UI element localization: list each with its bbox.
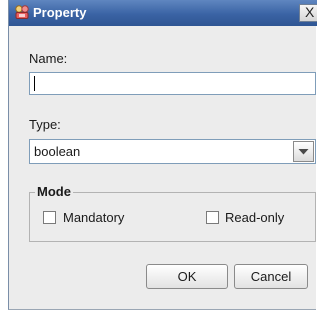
type-label: Type: — [29, 117, 61, 132]
text-caret — [34, 76, 35, 91]
type-selected-value: boolean — [34, 144, 81, 159]
mandatory-label[interactable]: Mandatory — [63, 210, 124, 226]
chevron-down-icon — [298, 149, 309, 155]
readonly-checkbox[interactable] — [206, 211, 219, 224]
readonly-label[interactable]: Read-only — [225, 210, 284, 226]
name-field[interactable] — [29, 72, 316, 95]
ok-button[interactable]: OK — [146, 264, 228, 289]
type-select[interactable]: boolean — [29, 139, 316, 164]
mandatory-checkbox[interactable] — [43, 211, 56, 224]
dialog-title: Property — [33, 5, 87, 20]
name-label: Name: — [29, 51, 68, 66]
title-bar[interactable]: Property X — [9, 0, 317, 26]
mode-legend: Mode — [35, 184, 73, 200]
property-icon — [14, 4, 30, 20]
property-dialog: Property X Name: Type: boolean Mode Mand… — [8, 0, 317, 310]
dropdown-button[interactable] — [293, 141, 314, 162]
cancel-button[interactable]: Cancel — [234, 264, 308, 289]
close-button[interactable]: X — [299, 4, 317, 22]
